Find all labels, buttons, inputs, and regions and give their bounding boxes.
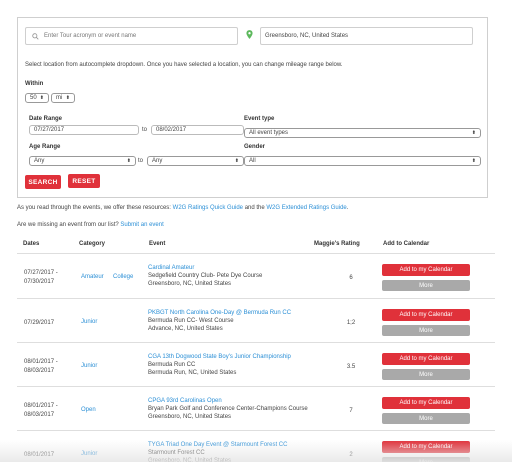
within-distance-select[interactable]: 50 ⬍	[25, 93, 49, 103]
header-dates: Dates	[23, 241, 40, 247]
header-category: Category	[79, 241, 106, 247]
event-search-input[interactable]: Enter Tour acronym or event name	[25, 27, 238, 45]
more-button[interactable]: More	[382, 369, 470, 380]
location-instructions: Select location from autocomplete dropdo…	[25, 62, 343, 68]
row-event-link[interactable]: Cardinal Amateur	[148, 264, 194, 272]
add-to-calendar-button[interactable]: Add to my Calendar	[382, 264, 470, 276]
reset-button[interactable]: RESET	[68, 174, 100, 188]
row-date-end: 08/03/2017	[24, 412, 55, 418]
row-date-end: 07/30/2017	[24, 279, 55, 285]
event-type-label: Event type	[244, 116, 275, 122]
row-date-start: 07/29/2017	[24, 320, 55, 326]
row-event-course: Bermuda Run CC- West Course	[148, 318, 234, 324]
location-input[interactable]: Greensboro, NC, United States	[244, 27, 481, 45]
row-date-start: 08/01/2017 -	[24, 359, 58, 365]
more-button[interactable]: More	[382, 413, 470, 424]
row-event-course: Bryan Park Golf and Conference Center-Ch…	[148, 406, 308, 412]
submit-event-link[interactable]: Submit an event	[120, 222, 163, 228]
updown-arrows-icon: ⬍	[39, 94, 44, 101]
row-category[interactable]: Junior	[81, 363, 97, 369]
missing-event-line: Are we missing an event from our list? S…	[17, 222, 164, 228]
row-category[interactable]: Amateur	[81, 274, 104, 280]
row-date-end: 08/03/2017	[24, 368, 55, 374]
table-row: 07/29/2017 Junior PKBGT North Carolina One…	[17, 298, 495, 342]
row-date-start: 07/27/2017 -	[24, 270, 58, 276]
row-event-link[interactable]: CGA 13th Dogwood State Boy's Junior Cham…	[148, 353, 291, 361]
extended-guide-link[interactable]: W2G Extended Ratings Guide	[266, 205, 346, 211]
row-rating: 3.5	[346, 364, 356, 370]
bottom-shadow	[0, 440, 512, 462]
within-label: Within	[25, 81, 44, 87]
header-calendar: Add to Calendar	[383, 241, 430, 247]
row-rating: 6	[349, 275, 353, 281]
row-event-location: Advance, NC, United States	[148, 326, 223, 332]
resources-prefix: As you read through the events, we offer…	[17, 205, 171, 211]
event-type-value: All event types	[249, 130, 289, 136]
row-event-link[interactable]: PKBGT North Carolina One-Day @ Bermuda R…	[148, 309, 291, 317]
within-unit-value: mi	[56, 95, 63, 101]
search-button[interactable]: SEARCH	[25, 175, 61, 189]
age-from-select[interactable]: Any ⬍	[29, 156, 136, 166]
row-category[interactable]: Junior	[81, 319, 97, 325]
within-unit-select[interactable]: mi ⬍	[51, 93, 75, 103]
row-event-location: Bermuda Run, NC, United States	[148, 370, 237, 376]
add-to-calendar-button[interactable]: Add to my Calendar	[382, 353, 470, 365]
gender-value: All	[249, 158, 256, 164]
add-to-calendar-button[interactable]: Add to my Calendar	[382, 397, 470, 409]
event-type-select[interactable]: All event types ⬍	[244, 128, 481, 138]
updown-arrows-icon: ⬍	[471, 157, 476, 164]
header-rating: Maggie's Rating	[314, 241, 360, 247]
table-row: 08/01/2017 - 08/03/2017 Open CPGA 93rd Caro…	[17, 386, 495, 430]
date-to-value: 08/02/2017	[156, 127, 187, 133]
location-pin-icon	[246, 30, 253, 41]
table-row: 07/27/2017 - 07/30/2017 Amateur College Card…	[17, 253, 495, 297]
search-icon	[32, 32, 39, 40]
row-event-location: Greensboro, NC, United States	[148, 414, 232, 420]
events-table-header: Dates Category Event Maggie's Rating Add…	[0, 241, 512, 251]
location-value: Greensboro, NC, United States	[265, 33, 349, 39]
row-event-link[interactable]: CPGA 93rd Carolinas Open	[148, 397, 222, 405]
quick-guide-link[interactable]: W2G Ratings Quick Guide	[173, 205, 243, 211]
add-to-calendar-button[interactable]: Add to my Calendar	[382, 309, 470, 321]
gender-select[interactable]: All ⬍	[244, 156, 481, 166]
resources-suffix: .	[346, 205, 349, 211]
header-event: Event	[149, 241, 166, 247]
age-to-select[interactable]: Any ⬍	[147, 156, 244, 166]
updown-arrows-icon: ⬍	[126, 157, 131, 164]
updown-arrows-icon: ⬍	[234, 157, 239, 164]
age-from-value: Any	[34, 158, 45, 164]
resources-line: As you read through the events, we offer…	[17, 205, 348, 211]
date-from-input[interactable]: 07/27/2017	[29, 125, 139, 135]
row-event-location: Greensboro, NC, United States	[148, 281, 232, 287]
gender-label: Gender	[244, 144, 266, 150]
row-event-course: Sedgefield Country Club- Pete Dye Course	[148, 273, 263, 279]
updown-arrows-icon: ⬍	[65, 94, 70, 101]
table-row: 08/01/2017 - 08/03/2017 Junior CGA 13th Dog…	[17, 342, 495, 386]
date-to-input[interactable]: 08/02/2017	[151, 125, 244, 135]
row-date-start: 08/01/2017 -	[24, 403, 58, 409]
more-button[interactable]: More	[382, 325, 470, 336]
resources-and-word: and the	[244, 205, 265, 211]
date-from-value: 07/27/2017	[34, 127, 65, 133]
date-to-word: to	[142, 127, 148, 133]
search-panel: Enter Tour acronym or event name Greensb…	[17, 17, 488, 198]
row-category[interactable]: Open	[81, 407, 96, 413]
age-to-value: Any	[152, 158, 163, 164]
event-search-placeholder: Enter Tour acronym or event name	[44, 33, 137, 39]
row-category-secondary[interactable]: College	[113, 274, 133, 280]
age-to-word: to	[138, 158, 144, 164]
row-event-course: Bermuda Run CC	[148, 362, 196, 368]
missing-event-prefix: Are we missing an event from our list?	[17, 222, 119, 228]
age-range-label: Age Range	[29, 144, 61, 150]
date-range-label: Date Range	[29, 116, 63, 122]
more-button[interactable]: More	[382, 280, 470, 291]
within-distance-value: 50	[30, 95, 37, 101]
row-rating: 1;2	[346, 320, 356, 326]
updown-arrows-icon: ⬍	[471, 129, 476, 136]
row-rating: 7	[349, 408, 353, 414]
